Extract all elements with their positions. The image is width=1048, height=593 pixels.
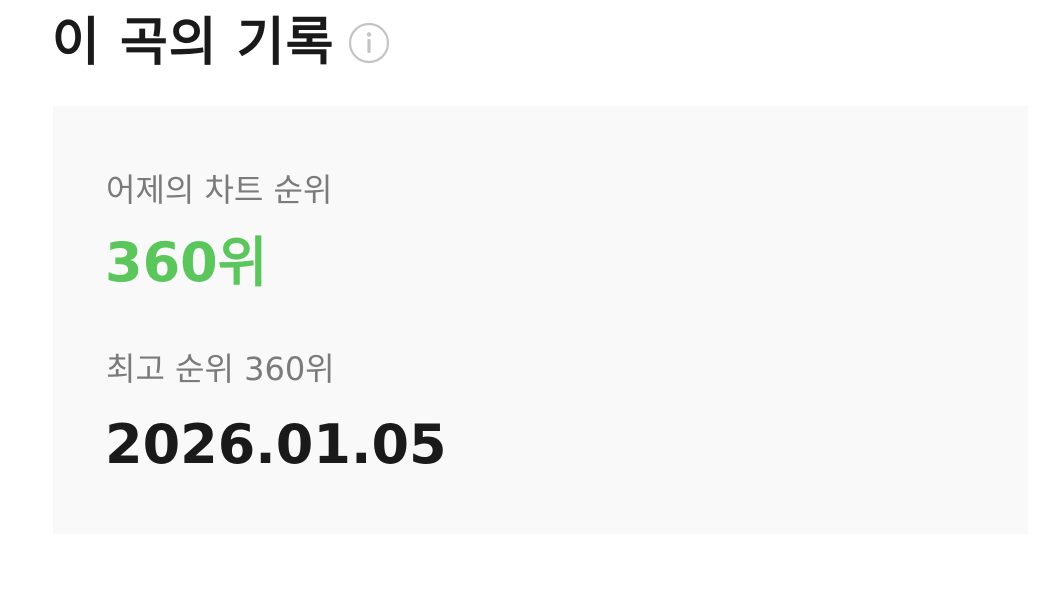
yesterday-rank-label: 어제의 차트 순위 (106, 171, 333, 209)
best-rank-date: 2026.01.05 (105, 413, 447, 476)
chart-record-card: 어제의 차트 순위 360위 최고 순위 360위 2026.01.05 (53, 106, 1028, 534)
yesterday-rank-value: 360위 (105, 231, 268, 294)
section-header: 이 곡의 기록 (52, 8, 390, 78)
info-icon[interactable] (348, 22, 390, 64)
best-rank-label: 최고 순위 360위 (106, 350, 335, 388)
section-title: 이 곡의 기록 (52, 13, 335, 73)
